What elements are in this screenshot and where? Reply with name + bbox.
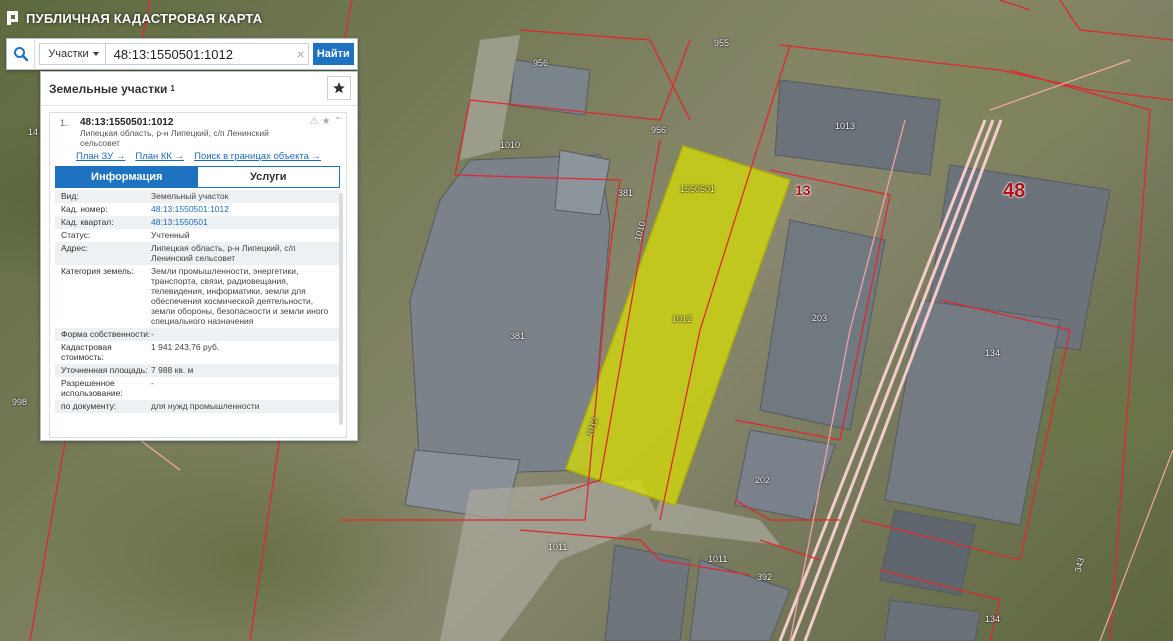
app-header: ПУБЛИЧНАЯ КАДАСТРОВАЯ КАРТА — [0, 6, 262, 30]
info-key: Кадастровая стоимость: — [61, 342, 112, 362]
star-icon — [333, 82, 345, 94]
info-value: Земельный участок — [151, 191, 229, 201]
info-row: по документу: для нужд промышленности — [55, 400, 340, 413]
parcel-label: 1011 — [708, 554, 728, 564]
tab-services[interactable]: Услуги — [197, 167, 339, 187]
info-key: Статус: — [61, 230, 91, 240]
parcel-label: 1010 — [500, 140, 521, 150]
tab-information[interactable]: Информация — [56, 167, 198, 187]
search-input[interactable] — [105, 43, 309, 65]
info-value: 1 941 243,76 руб. — [151, 342, 220, 352]
result-cadastral-number[interactable]: 48:13:1550501:1012 — [80, 117, 173, 128]
info-value: Учтенный — [151, 230, 190, 240]
info-row: Адрес: Липецкая область, р-н Липецкий, с… — [55, 242, 340, 265]
star-icon[interactable]: ★ — [322, 116, 331, 127]
warning-icon[interactable]: ⚠ — [310, 116, 319, 127]
info-value-link[interactable]: 48:13:1550501:1012 — [151, 204, 340, 214]
info-key: по документу: — [61, 401, 117, 411]
parcel-label: 1550501 — [680, 184, 716, 194]
info-value: 7 988 кв. м — [151, 365, 194, 375]
info-value: Земли промышленности, энергетики, трансп… — [151, 266, 329, 326]
info-value-link[interactable]: 48:13:1550501 — [151, 217, 340, 227]
result-card[interactable]: 1. 48:13:1550501:1012 Липецкая область, … — [49, 112, 347, 438]
info-key: Разрешенное использование: — [61, 378, 123, 398]
parcel-label: 381 — [618, 188, 634, 198]
info-row: Кад. квартал: 48:13:1550501 — [55, 216, 340, 229]
panel-header: Земельные участки 1 — [41, 72, 357, 106]
search-bar: Участки × Найти — [6, 38, 358, 70]
info-value: - — [151, 378, 154, 388]
parcel-label: 1013 — [835, 121, 856, 131]
favorite-button[interactable] — [327, 76, 351, 100]
search-in-bounds-link[interactable]: Поиск в границах объекта → — [194, 151, 321, 162]
search-input-wrap: × — [105, 43, 313, 65]
info-key: Форма собственности: — [61, 329, 151, 339]
info-key: Категория земель: — [61, 266, 134, 276]
parcel-label: 1011 — [548, 542, 568, 552]
info-value: Липецкая область, р-н Липецкий, с/п Лени… — [151, 243, 296, 263]
info-value: - — [151, 329, 154, 339]
chevron-down-icon — [92, 52, 99, 56]
parcel-label: 14 — [28, 127, 39, 137]
info-row: Уточненная площадь: 7 988 кв. м — [55, 364, 340, 377]
result-index: 1. — [60, 118, 68, 128]
chevron-up-icon[interactable]: ⌃ — [334, 116, 342, 127]
info-table: Вид: Земельный участок Кад. номер: 48:13… — [55, 190, 340, 430]
map-logo-icon[interactable] — [6, 10, 20, 26]
panel-title: Земельные участки — [49, 81, 168, 96]
parcel-label: 202 — [755, 475, 771, 485]
result-links: План ЗУ → План КК → Поиск в границах объ… — [76, 151, 321, 162]
find-button[interactable]: Найти — [312, 43, 354, 65]
quarter-label: 13 — [795, 182, 811, 198]
info-row: Форма собственности: - — [55, 328, 340, 341]
info-scrollbar[interactable] — [339, 193, 343, 425]
parcel-label: 956 — [651, 125, 667, 135]
result-address: Липецкая область, р-н Липецкий, с/п Лени… — [80, 128, 269, 148]
info-value: для нужд промышленности — [151, 401, 260, 411]
parcel-label: 134 — [985, 614, 1001, 624]
parcel-label: 134 — [985, 348, 1001, 358]
clear-icon[interactable]: × — [296, 46, 304, 62]
search-icon[interactable] — [7, 39, 36, 69]
plan-zu-link[interactable]: План ЗУ → — [76, 151, 125, 162]
info-key: Адрес: — [61, 243, 88, 253]
results-panel: Земельные участки 1 1. 48:13:1550501:101… — [40, 71, 358, 441]
result-actions: ⚠ ★ ⌃ — [310, 116, 342, 127]
info-row: Статус: Учтенный — [55, 229, 340, 242]
parcel-label: 392 — [757, 572, 773, 582]
search-type-label: Участки — [48, 48, 89, 60]
search-type-select[interactable]: Участки — [39, 43, 106, 65]
parcel-label: 998 — [12, 397, 28, 407]
result-tabs: Информация Услуги — [55, 166, 340, 188]
parcel-label: 1012 — [672, 314, 693, 324]
info-row: Кадастровая стоимость: 1 941 243,76 руб. — [55, 341, 340, 364]
info-key: Уточненная площадь: — [61, 365, 148, 375]
info-row: Разрешенное использование: - — [55, 377, 340, 400]
info-row: Кад. номер: 48:13:1550501:1012 — [55, 203, 340, 216]
info-row: Вид: Земельный участок — [55, 190, 340, 203]
info-row: Категория земель: Земли промышленности, … — [55, 265, 340, 328]
quarter-label: 48 — [1003, 180, 1026, 202]
plan-kk-link[interactable]: План КК → — [135, 151, 184, 162]
parcel-label: 203 — [812, 313, 828, 323]
info-key: Вид: — [61, 191, 79, 201]
parcel-label: 381 — [510, 331, 526, 341]
info-key: Кад. номер: — [61, 204, 108, 214]
info-key: Кад. квартал: — [61, 217, 114, 227]
parcel-label: 955 — [714, 38, 730, 48]
parcel-label: 956 — [533, 58, 549, 68]
app-title: ПУБЛИЧНАЯ КАДАСТРОВАЯ КАРТА — [26, 10, 263, 26]
result-count: 1 — [170, 84, 175, 93]
